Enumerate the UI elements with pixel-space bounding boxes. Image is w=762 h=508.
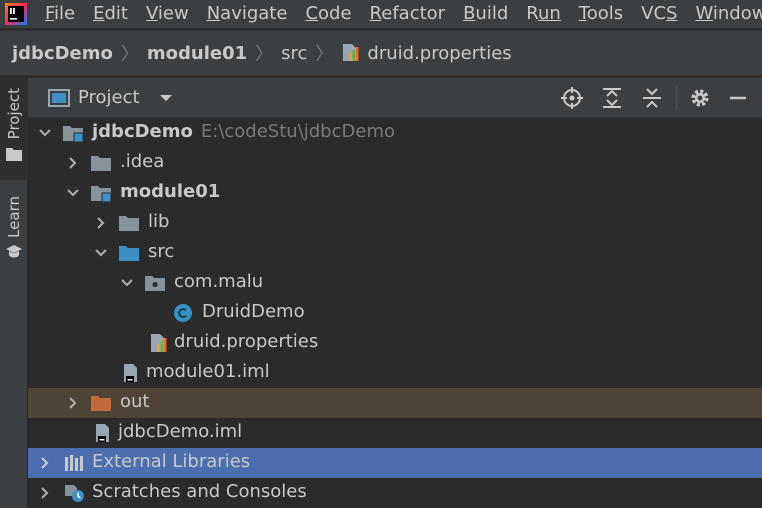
tree-item-druid-properties[interactable]: druid.properties [28,328,762,358]
tree-item-lib[interactable]: lib [28,208,762,238]
breadcrumb-separator: 〉 [315,44,334,65]
menu-code[interactable]: Code [305,3,351,24]
menu-vcs[interactable]: VCS [641,3,677,24]
menu-edit[interactable]: Edit [93,3,128,24]
project-panel-header: Project [28,78,762,118]
tree-item-module01-iml[interactable]: module01.iml [28,358,762,388]
chevron-right-icon[interactable] [38,486,52,500]
project-path-hint: E:\codeStu\jdbcDemo [200,121,395,142]
gear-icon[interactable] [688,86,712,110]
breadcrumb-jdbcdemo[interactable]: jdbcDemo [12,43,113,64]
left-tool-window-strip: Project Learn [0,78,28,508]
chevron-down-icon[interactable] [38,126,52,140]
tree-item-jdbcdemo[interactable]: jdbcDemo E:\codeStu\jdbcDemo [28,118,762,148]
source-folder-icon [119,246,139,261]
chevron-down-icon[interactable] [120,276,134,290]
tab-project[interactable]: Project [0,78,28,180]
menu-view[interactable]: View [146,3,189,24]
tree-item-scratches-and-consoles[interactable]: Scratches and Consoles [28,478,762,508]
breadcrumb-src[interactable]: src [281,43,307,64]
tree-item-label: jdbcDemo [92,121,193,142]
tree-item-com-malu[interactable]: com.malu [28,268,762,298]
breadcrumb-module01[interactable]: module01 [147,43,247,64]
iml-file-icon [96,424,109,442]
breadcrumb-druid-properties[interactable]: druid.properties [341,43,512,64]
folder-icon [91,156,111,171]
tree-item-src[interactable]: src [28,238,762,268]
menu-refactor[interactable]: Refactor [370,3,446,24]
menu-navigate[interactable]: Navigate [207,3,288,24]
project-view-icon [48,88,70,107]
intellij-logo-icon[interactable] [5,3,27,25]
library-icon [65,455,83,471]
graduation-cap-icon [6,244,22,258]
package-icon [145,276,165,291]
menu-window[interactable]: Window [695,3,762,24]
tree-item-module01[interactable]: module01 [28,178,762,208]
tree-item-druiddemo[interactable]: DruidDemo [28,298,762,328]
tree-item-out[interactable]: out [28,388,762,418]
menu-build[interactable]: Build [463,3,508,24]
chevron-right-icon[interactable] [38,456,52,470]
chevron-right-icon[interactable] [94,216,108,230]
tree-item-external-libraries[interactable]: External Libraries [28,448,762,478]
chevron-right-icon[interactable] [66,396,80,410]
breadcrumb-separator: 〉 [255,44,274,65]
properties-file-icon [343,44,359,61]
folder-icon [119,216,139,231]
panel-title[interactable]: Project [78,87,140,108]
folder-icon [6,148,22,162]
module-folder-icon [91,186,112,203]
menu-file[interactable]: File [45,3,75,24]
scratches-clock-icon [65,485,84,502]
module-folder-icon [63,126,84,143]
chevron-down-icon[interactable] [66,186,80,200]
navigation-breadcrumb: jdbcDemo 〉 module01 〉 src 〉 druid.proper… [0,30,762,76]
expand-all-icon[interactable] [600,86,624,110]
chevron-down-icon[interactable] [94,246,108,260]
properties-file-icon [151,334,167,352]
iml-file-icon [124,364,137,382]
tree-item-jdbcdemo-iml[interactable]: jdbcDemo.iml [28,418,762,448]
menu-run[interactable]: Run [526,3,561,24]
tree-item-idea[interactable]: .idea [28,148,762,178]
menu-tools[interactable]: Tools [579,3,623,24]
chevron-down-icon[interactable] [158,93,174,103]
menu-bar: File Edit View Navigate Code Refactor Bu… [0,0,762,28]
crosshair-locate-icon[interactable] [560,86,584,110]
java-class-icon [174,304,192,322]
chevron-right-icon[interactable] [66,156,80,170]
excluded-folder-icon [91,396,111,411]
breadcrumb-separator: 〉 [120,44,139,65]
project-tree: jdbcDemo E:\codeStu\jdbcDemo .idea module… [28,118,762,508]
minimize-icon[interactable] [726,86,750,110]
header-divider [676,86,677,110]
tab-learn[interactable]: Learn [0,190,28,270]
collapse-all-icon[interactable] [640,86,664,110]
